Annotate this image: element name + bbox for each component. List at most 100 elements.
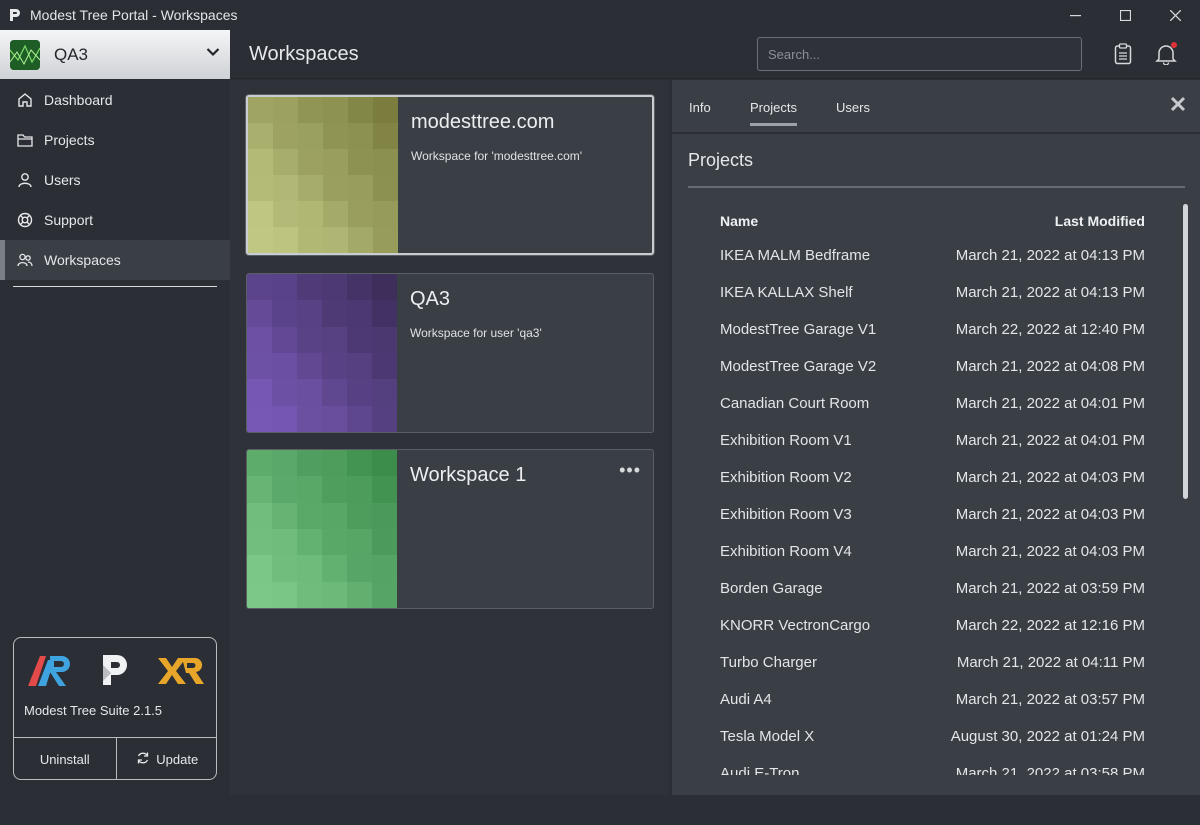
xr-logo-icon: [156, 654, 206, 691]
thumbnail-tile: [248, 227, 273, 253]
table-row[interactable]: Borden Garage March 21, 2022 at 03:59 PM: [688, 570, 1158, 607]
thumbnail-tile: [247, 476, 272, 503]
thumbnail-tile: [273, 123, 298, 149]
table-row[interactable]: IKEA KALLAX Shelf March 21, 2022 at 04:13…: [688, 274, 1158, 311]
scrollbar[interactable]: [1183, 204, 1188, 499]
project-name: Turbo Charger: [720, 654, 817, 671]
thumbnail-tile: [323, 227, 348, 253]
sidebar-item-users[interactable]: Users: [0, 160, 230, 200]
thumbnail-tile: [322, 353, 347, 380]
thumbnail-tile: [322, 450, 347, 477]
table-row[interactable]: Tesla Model X August 30, 2022 at 01:24 PM: [688, 718, 1158, 755]
thumbnail-tile: [247, 502, 272, 529]
table-row[interactable]: Canadian Court Room March 21, 2022 at 04:…: [688, 385, 1158, 422]
thumbnail-tile: [247, 353, 272, 380]
thumbnail-tile: [297, 274, 322, 301]
thumbnail-tile: [372, 555, 397, 582]
tab-info[interactable]: Info: [689, 100, 711, 115]
tab-projects[interactable]: Projects: [750, 100, 797, 126]
table-row[interactable]: Exhibition Room V2 March 21, 2022 at 04:0…: [688, 459, 1158, 496]
clipboard-icon[interactable]: [1111, 42, 1135, 66]
table-row[interactable]: Turbo Charger March 21, 2022 at 04:11 PM: [688, 644, 1158, 681]
uninstall-button[interactable]: Uninstall: [14, 738, 116, 779]
thumbnail-tile: [248, 97, 273, 123]
thumbnail-tile: [297, 555, 322, 582]
workspace-details-panel: Info Projects Users Projects Name Last M…: [669, 80, 1200, 795]
section-title: Projects: [688, 150, 754, 170]
search-input[interactable]: [757, 37, 1082, 71]
thumbnail-tile: [297, 300, 322, 327]
thumbnail-tile: [247, 581, 272, 608]
notification-dot: [1171, 42, 1177, 48]
sidebar-item-projects[interactable]: Projects: [0, 120, 230, 160]
thumbnail-tile: [373, 227, 398, 253]
table-row[interactable]: Audi A4 March 21, 2022 at 03:57 PM: [688, 681, 1158, 718]
table-row[interactable]: ModestTree Garage V2 March 21, 2022 at 04…: [688, 348, 1158, 385]
project-last-modified: August 30, 2022 at 01:24 PM: [950, 728, 1145, 745]
thumbnail-tile: [247, 450, 272, 477]
thumbnail-tile: [348, 149, 373, 175]
column-header-last-modified[interactable]: Last Modified: [1055, 213, 1145, 229]
project-name: Exhibition Room V2: [720, 469, 852, 486]
folder-icon: [16, 131, 34, 149]
close-window-button[interactable]: [1150, 0, 1200, 30]
sidebar-item-label: Projects: [44, 132, 95, 148]
workspace-card-description: Workspace for 'modesttree.com': [411, 149, 583, 163]
sidebar-item-workspaces[interactable]: Workspaces: [0, 240, 230, 280]
project-last-modified: March 21, 2022 at 03:57 PM: [955, 691, 1145, 708]
thumbnail-tile: [272, 405, 297, 432]
thumbnail-tile: [248, 175, 273, 201]
thumbnail-tile: [348, 97, 373, 123]
workspace-card-workspace-1[interactable]: Workspace 1 •••: [246, 449, 654, 609]
thumbnail-tile: [372, 274, 397, 301]
thumbnail-tile: [297, 476, 322, 503]
project-name: Canadian Court Room: [720, 395, 870, 412]
thumbnail-tile: [298, 201, 323, 227]
thumbnail-tile: [297, 326, 322, 353]
table-row[interactable]: Exhibition Room V3 March 21, 2022 at 04:0…: [688, 496, 1158, 533]
update-button[interactable]: Update: [115, 738, 217, 779]
sidebar-item-dashboard[interactable]: Dashboard: [0, 80, 230, 120]
thumbnail-tile: [372, 529, 397, 556]
thumbnail-tile: [272, 379, 297, 406]
table-row[interactable]: IKEA MALM Bedframe March 21, 2022 at 04:1…: [688, 237, 1158, 274]
workspace-card-qa3[interactable]: QA3 Workspace for user 'qa3': [246, 273, 654, 433]
project-name: ModestTree Garage V2: [720, 358, 877, 375]
projects-table: Name Last Modified IKEA MALM Bedframe Mar…: [688, 205, 1158, 775]
project-name: KNORR VectronCargo: [720, 617, 871, 634]
workspace-card-title: modesttree.com: [411, 111, 555, 133]
sidebar-item-support[interactable]: Support: [0, 200, 230, 240]
maximize-button[interactable]: [1100, 0, 1150, 30]
thumbnail-tile: [247, 326, 272, 353]
table-row[interactable]: Audi E-Tron March 21, 2022 at 03:58 PM: [688, 755, 1158, 775]
thumbnail-tile: [298, 97, 323, 123]
thumbnail-tile: [373, 149, 398, 175]
workspace-selector-name: QA3: [54, 44, 89, 64]
project-last-modified: March 21, 2022 at 04:13 PM: [955, 247, 1145, 264]
thumbnail-tile: [297, 405, 322, 432]
project-last-modified: March 22, 2022 at 12:16 PM: [955, 617, 1145, 634]
table-row[interactable]: Exhibition Room V4 March 21, 2022 at 04:0…: [688, 533, 1158, 570]
thumbnail-tile: [247, 379, 272, 406]
close-icon[interactable]: [1170, 96, 1186, 117]
more-options-icon[interactable]: •••: [619, 460, 641, 481]
workspace-selector[interactable]: QA3: [0, 30, 230, 79]
thumbnail-tile: [323, 97, 348, 123]
thumbnail-tile: [247, 529, 272, 556]
ar-logo-icon: [26, 652, 74, 693]
thumbnail-tile: [373, 175, 398, 201]
notification-bell-icon[interactable]: [1154, 42, 1178, 66]
thumbnail-tile: [323, 175, 348, 201]
workspace-card-title: Workspace 1: [410, 464, 527, 486]
minimize-button[interactable]: [1050, 0, 1100, 30]
workspace-card-modesttree[interactable]: modesttree.com Workspace for 'modesttree…: [246, 95, 654, 255]
tab-users[interactable]: Users: [836, 100, 870, 115]
portal-logo-icon: [99, 651, 131, 694]
workspace-thumbnail: [248, 97, 398, 253]
table-row[interactable]: Exhibition Room V1 March 21, 2022 at 04:0…: [688, 422, 1158, 459]
thumbnail-tile: [297, 529, 322, 556]
table-header: Name Last Modified: [688, 205, 1158, 237]
table-row[interactable]: ModestTree Garage V1 March 22, 2022 at 12…: [688, 311, 1158, 348]
table-row[interactable]: KNORR VectronCargo March 22, 2022 at 12:1…: [688, 607, 1158, 644]
column-header-name[interactable]: Name: [720, 213, 758, 229]
